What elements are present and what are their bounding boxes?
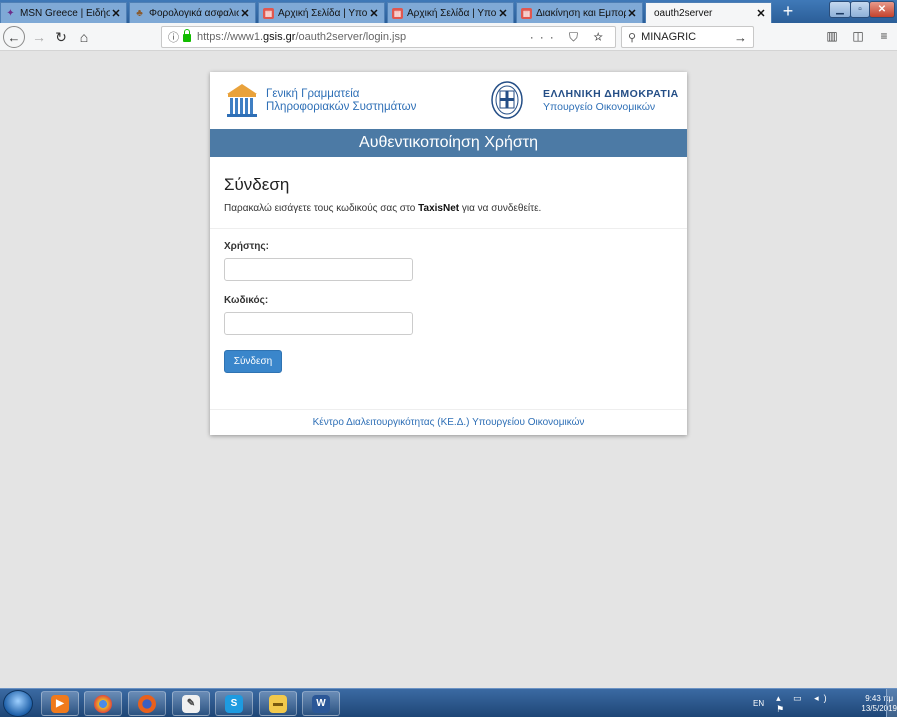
- close-tab-icon[interactable]: ✕: [497, 7, 509, 20]
- info-icon[interactable]: ⓘ: [168, 29, 179, 45]
- address-bar[interactable]: ⓘ https://www1.gsis.gr/oauth2server/logi…: [161, 26, 616, 48]
- password-input[interactable]: [224, 312, 413, 335]
- search-icon: ⚲: [628, 31, 637, 44]
- taskbar-app-word[interactable]: W: [302, 691, 340, 716]
- login-button[interactable]: Σύνδεση: [224, 350, 282, 373]
- tab-distribution-trade[interactable]: ▦ Διακίνηση και Εμπορία ✕: [516, 2, 643, 23]
- close-window-button[interactable]: ✕: [869, 1, 895, 18]
- lock-icon[interactable]: [183, 29, 191, 42]
- reload-button[interactable]: ↻: [50, 26, 72, 48]
- system-tray: EN ▴ ▭ ◂) ⚑ 9:43 πμ 13/5/2019: [740, 689, 897, 717]
- login-heading: Σύνδεση: [224, 175, 290, 194]
- windows-media-player-icon: ▶: [51, 694, 69, 713]
- taskbar-app-firefox[interactable]: [128, 691, 166, 716]
- gsis-name: Γενική Γραμματεία Πληροφοριακών Συστημάτ…: [266, 88, 416, 114]
- close-tab-icon[interactable]: ✕: [626, 7, 638, 20]
- footer-link[interactable]: Κέντρο Διαλειτουργικότητας (ΚΕ.Δ.) Υπουρ…: [210, 409, 687, 435]
- maximize-button[interactable]: ▫: [850, 1, 870, 18]
- home-button[interactable]: ⌂: [73, 26, 95, 48]
- tab-title: Αρχική Σελίδα | Υπουρ: [278, 7, 368, 19]
- firefox-icon: [138, 694, 156, 713]
- back-button[interactable]: ←: [3, 26, 25, 48]
- forward-button[interactable]: →: [28, 26, 50, 48]
- skype-icon: S: [225, 694, 243, 713]
- gsis-line-1: Γενική Γραμματεία: [266, 88, 360, 100]
- minimize-button[interactable]: ▁: [829, 1, 851, 18]
- login-description: Παρακαλώ εισάγετε τους κωδικούς σας στο …: [224, 203, 542, 214]
- arrow-right-icon[interactable]: →: [734, 30, 747, 45]
- ministry-icon: ▦: [263, 7, 274, 19]
- username-input[interactable]: [224, 258, 413, 281]
- tab-ministry-home-1[interactable]: ▦ Αρχική Σελίδα | Υπουρ ✕: [258, 2, 385, 23]
- search-bar[interactable]: ⚲ MINAGRIC →: [621, 26, 754, 48]
- page-banner: Αυθεντικοποίηση Χρήστη: [210, 129, 687, 157]
- login-form: Σύνδεση Παρακαλώ εισάγετε τους κωδικούς …: [210, 157, 687, 373]
- show-desktop-button[interactable]: [886, 689, 897, 717]
- close-tab-icon[interactable]: ✕: [755, 7, 767, 20]
- taskbar-app-skype[interactable]: S: [215, 691, 253, 716]
- ministry-icon: ▦: [392, 7, 403, 19]
- ministry-icon: ▦: [521, 7, 532, 19]
- taskbar-app-explorer[interactable]: ▬: [259, 691, 297, 716]
- word-icon: W: [312, 694, 330, 713]
- tab-title: Αρχική Σελίδα | Υπουρ: [407, 7, 497, 19]
- taskbar-app-chrome[interactable]: [84, 691, 122, 716]
- tab-bar: ✦ MSN Greece | Ειδήσεις ✕ ♣ Φορολογικά α…: [0, 0, 897, 24]
- tab-title: Διακίνηση και Εμπορία: [536, 7, 626, 19]
- taskbar-app-media-player[interactable]: ▶: [41, 691, 79, 716]
- username-label: Χρήστης:: [224, 241, 269, 252]
- url-text[interactable]: https://www1.gsis.gr/oauth2server/login.…: [197, 31, 530, 43]
- gov-subtitle: Υπουργείο Οικονομικών: [543, 101, 656, 113]
- tab-tax-insurance[interactable]: ♣ Φορολογικά ασφαλιστ ✕: [129, 2, 256, 23]
- menu-icon[interactable]: ≡: [876, 29, 892, 45]
- card-header: Γενική Γραμματεία Πληροφοριακών Συστημάτ…: [210, 72, 687, 129]
- page-actions-icon[interactable]: ··· ⛉ ☆: [530, 30, 609, 45]
- page-viewport: Γενική Γραμματεία Πληροφοριακών Συστημάτ…: [0, 52, 897, 688]
- chrome-icon: [94, 694, 112, 713]
- gov-title: ΕΛΛΗΝΙΚΗ ΔΗΜΟΚΡΑΤΙΑ: [543, 88, 679, 100]
- taxisnet-label: TaxisNet: [418, 203, 460, 214]
- taskbar-app-paint[interactable]: ✎: [172, 691, 210, 716]
- taskbar: ▶ ✎ S ▬ W EN ▴ ▭ ◂) ⚑ 9:43 πμ 13/5/2019: [0, 688, 897, 717]
- tray-icons[interactable]: ▴ ▭ ◂) ⚑: [776, 693, 847, 715]
- search-input[interactable]: MINAGRIC: [641, 31, 734, 43]
- paint-icon: ✎: [182, 694, 200, 713]
- close-tab-icon[interactable]: ✕: [239, 7, 251, 20]
- government-name: ΕΛΛΗΝΙΚΗ ΔΗΜΟΚΡΑΤΙΑ Υπουργείο Οικονομικώ…: [543, 88, 679, 114]
- sidebar-icon[interactable]: ◫: [850, 29, 866, 45]
- gsis-line-2: Πληροφοριακών Συστημάτων: [266, 101, 417, 113]
- tab-ministry-home-2[interactable]: ▦ Αρχική Σελίδα | Υπουρ ✕: [387, 2, 514, 23]
- close-tab-icon[interactable]: ✕: [110, 7, 122, 20]
- tab-oauth2server[interactable]: oauth2server ✕: [645, 2, 772, 24]
- divider: [210, 228, 687, 229]
- start-button[interactable]: [3, 690, 33, 717]
- folder-icon: ▬: [269, 694, 287, 713]
- login-card: Γενική Γραμματεία Πληροφοριακών Συστημάτ…: [210, 72, 687, 435]
- password-label: Κωδικός:: [224, 295, 269, 306]
- language-indicator[interactable]: EN: [753, 699, 764, 708]
- close-tab-icon[interactable]: ✕: [368, 7, 380, 20]
- tab-title: oauth2server: [654, 8, 713, 19]
- tab-title: Φορολογικά ασφαλιστ: [149, 7, 239, 19]
- hellenic-republic-crest-icon: [491, 81, 523, 119]
- palm-icon: ♣: [136, 7, 143, 19]
- library-icon[interactable]: ▥: [824, 29, 840, 45]
- navigation-toolbar: ← → ↻ ⌂ ⓘ https://www1.gsis.gr/oauth2ser…: [0, 23, 897, 51]
- new-tab-button[interactable]: +: [780, 2, 796, 20]
- tab-msn[interactable]: ✦ MSN Greece | Ειδήσεις ✕: [0, 2, 127, 23]
- tab-title: MSN Greece | Ειδήσεις: [20, 7, 110, 19]
- gsis-logo-icon: [227, 84, 257, 117]
- msn-icon: ✦: [6, 7, 15, 19]
